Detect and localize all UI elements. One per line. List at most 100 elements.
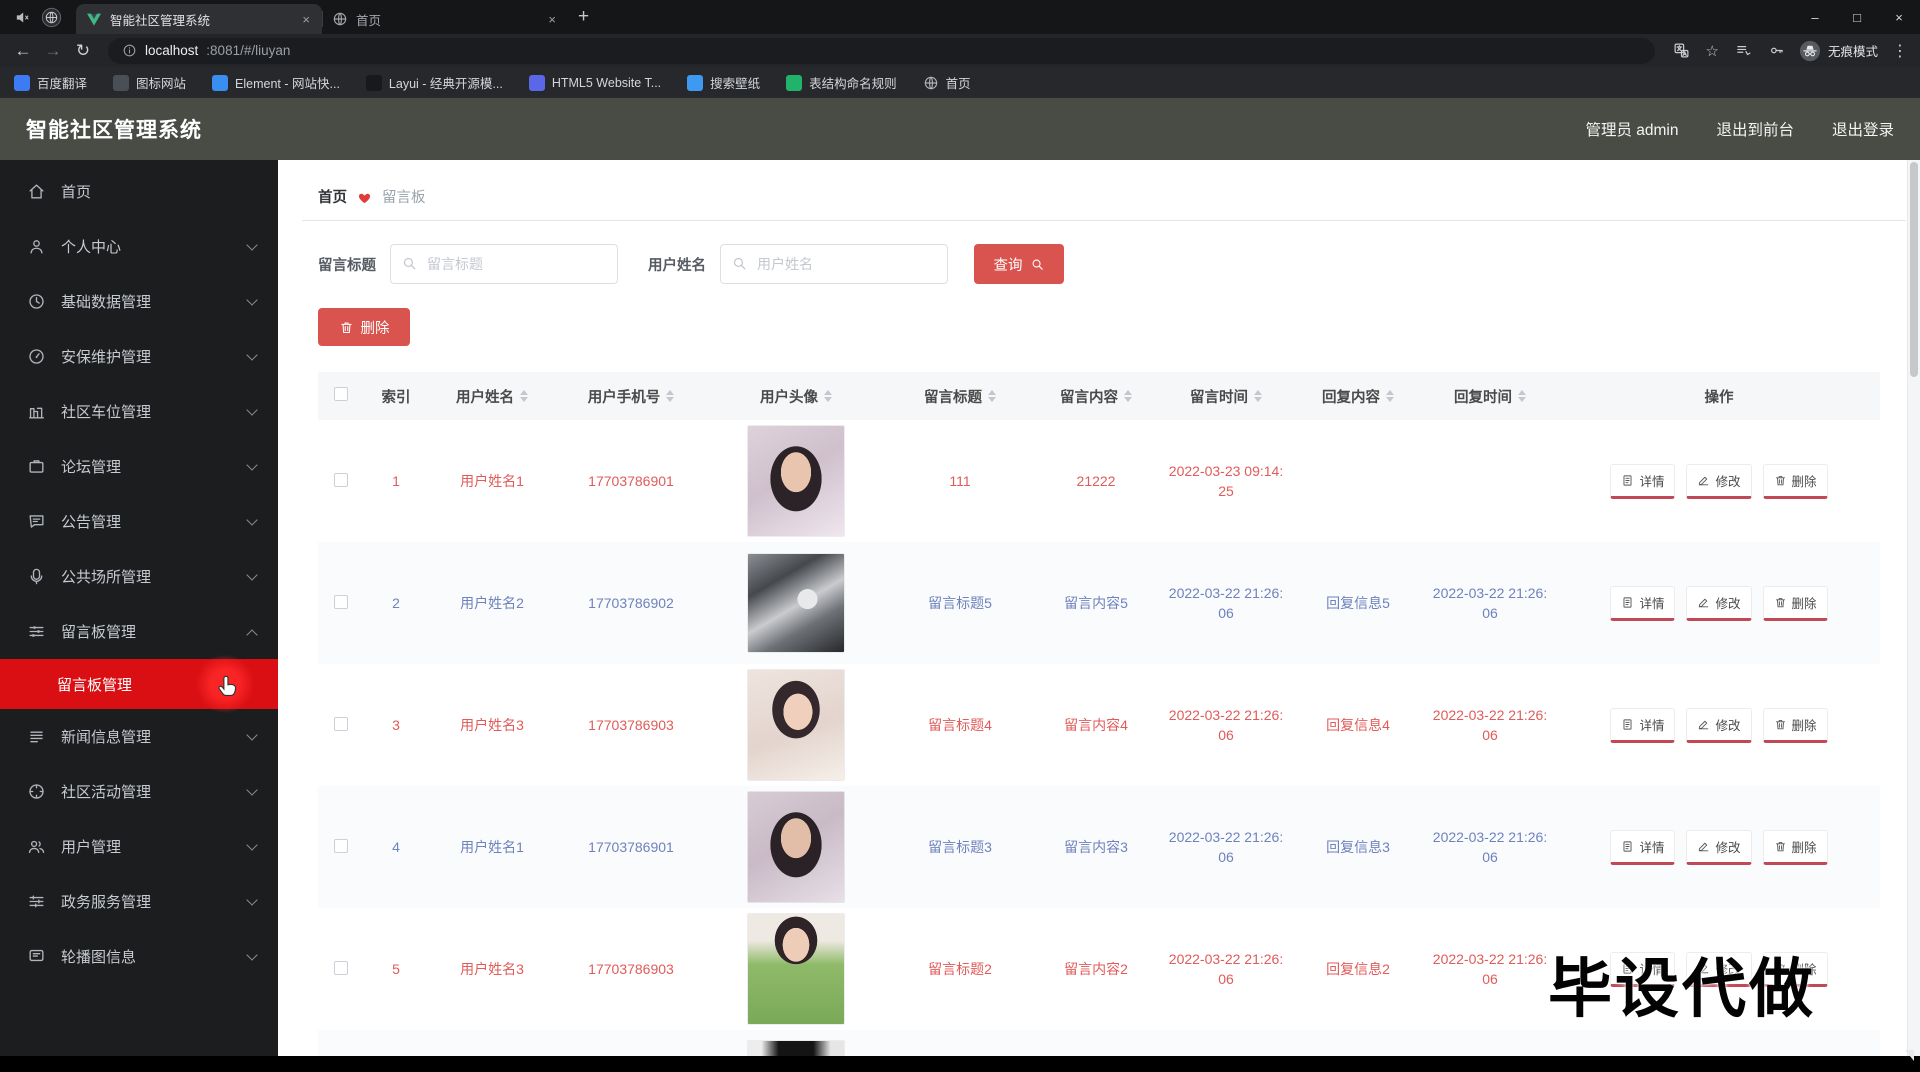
sort-icon[interactable]	[988, 390, 996, 402]
column-header[interactable]: 用户头像	[760, 386, 832, 407]
info-icon[interactable]	[122, 43, 137, 58]
sort-icon[interactable]	[1124, 390, 1132, 402]
cell-title: 留言标题4	[886, 664, 1034, 786]
bookmark-item[interactable]: 首页	[923, 73, 971, 92]
delete-row-button[interactable]: 删除	[1763, 830, 1828, 865]
browser-tab[interactable]: 智能社区管理系统×	[76, 4, 322, 34]
scrollbar-thumb[interactable]	[1910, 162, 1918, 377]
bookmark-item[interactable]: 图标网站	[113, 73, 186, 92]
sidebar-item[interactable]: 政务服务管理	[0, 874, 278, 929]
column-header[interactable]: 回复时间	[1454, 386, 1526, 407]
user-avatar[interactable]	[747, 669, 845, 781]
row-checkbox[interactable]	[334, 839, 348, 853]
sidebar-subitem[interactable]: 留言板管理	[0, 659, 278, 709]
column-header[interactable]: 留言内容	[1060, 386, 1132, 407]
cell-username: 用户姓名3	[428, 908, 556, 1030]
delete-row-button[interactable]: 删除	[1763, 708, 1828, 743]
search-button[interactable]: 查询	[974, 244, 1064, 284]
incognito-badge[interactable]: 无痕模式	[1799, 40, 1878, 62]
reading-list-icon[interactable]	[1735, 42, 1752, 59]
menu-kebab-icon[interactable]: ⋮	[1892, 41, 1908, 61]
sidebar-item[interactable]: 首页	[0, 164, 278, 219]
sidebar-item[interactable]: 基础数据管理	[0, 274, 278, 329]
key-icon[interactable]	[1768, 42, 1785, 59]
sidebar-item-label: 新闻信息管理	[61, 726, 151, 747]
user-avatar[interactable]	[747, 791, 845, 903]
admin-label[interactable]: 管理员 admin	[1585, 118, 1678, 140]
column-header[interactable]: 留言时间	[1190, 386, 1262, 407]
sort-icon[interactable]	[1254, 390, 1262, 402]
edit-button[interactable]: 修改	[1686, 464, 1751, 499]
sort-icon[interactable]	[824, 390, 832, 402]
address-bar[interactable]: localhost:8081/#/liuyan	[108, 38, 1655, 64]
bookmark-label: 搜索壁纸	[710, 73, 760, 92]
title-search-input[interactable]	[390, 244, 618, 284]
bookmark-star-icon[interactable]: ☆	[1706, 42, 1719, 60]
sidebar-item[interactable]: 用户管理	[0, 819, 278, 874]
breadcrumb-home[interactable]: 首页	[318, 186, 347, 207]
row-checkbox[interactable]	[334, 595, 348, 609]
sort-icon[interactable]	[1386, 390, 1394, 402]
scrollbar[interactable]	[1907, 160, 1920, 1056]
column-header[interactable]: 用户姓名	[456, 386, 528, 407]
translate-icon[interactable]	[1673, 42, 1690, 59]
tab-close-icon[interactable]: ×	[546, 12, 558, 27]
bookmark-item[interactable]: HTML5 Website T...	[529, 75, 661, 91]
detail-button[interactable]: 详情	[1610, 586, 1675, 621]
column-header[interactable]: 回复内容	[1322, 386, 1394, 407]
sidebar-item[interactable]: 公共场所管理	[0, 549, 278, 604]
delete-row-button[interactable]: 删除	[1763, 586, 1828, 621]
browser-tab[interactable]: 首页×	[322, 4, 568, 34]
sort-icon[interactable]	[520, 390, 528, 402]
column-header[interactable]: 用户手机号	[588, 386, 675, 407]
name-search-input[interactable]	[720, 244, 948, 284]
row-checkbox[interactable]	[334, 717, 348, 731]
detail-button[interactable]: 详情	[1610, 830, 1675, 865]
tab-close-icon[interactable]: ×	[300, 12, 312, 27]
new-tab-button[interactable]: +	[578, 6, 589, 28]
sidebar-item-label: 论坛管理	[61, 456, 121, 477]
detail-button[interactable]: 详情	[1610, 708, 1675, 743]
bookmark-item[interactable]: 百度翻译	[14, 73, 87, 92]
reload-button[interactable]: ↻	[68, 41, 98, 61]
sidebar-item[interactable]: 公告管理	[0, 494, 278, 549]
sort-icon[interactable]	[666, 390, 674, 402]
row-actions: 详情修改删除	[1559, 830, 1879, 865]
row-checkbox[interactable]	[334, 473, 348, 487]
edit-button[interactable]: 修改	[1686, 708, 1751, 743]
sidebar-item[interactable]: 个人中心	[0, 219, 278, 274]
globe-badge-icon[interactable]	[41, 7, 62, 28]
user-avatar[interactable]	[747, 913, 845, 1025]
sidebar-item[interactable]: 社区车位管理	[0, 384, 278, 439]
user-avatar[interactable]	[747, 425, 845, 537]
minimize-button[interactable]: –	[1794, 10, 1836, 25]
exit-to-front-link[interactable]: 退出到前台	[1716, 118, 1794, 140]
delete-button[interactable]: 删除	[318, 308, 410, 346]
bookmark-item[interactable]: 搜索壁纸	[687, 73, 760, 92]
sidebar-item[interactable]: 新闻信息管理	[0, 709, 278, 764]
bookmark-item[interactable]: Element - 网站快...	[212, 73, 340, 92]
sidebar-item[interactable]: 留言板管理	[0, 604, 278, 659]
window-close-button[interactable]: ×	[1878, 10, 1920, 25]
edit-button[interactable]: 修改	[1686, 830, 1751, 865]
app-header: 智能社区管理系统 管理员 admin 退出到前台 退出登录	[0, 98, 1920, 160]
logout-link[interactable]: 退出登录	[1832, 118, 1894, 140]
sidebar-item[interactable]: 论坛管理	[0, 439, 278, 494]
row-checkbox[interactable]	[334, 961, 348, 975]
maximize-button[interactable]: □	[1836, 10, 1878, 25]
sidebar-item[interactable]: 轮播图信息	[0, 929, 278, 984]
forward-button[interactable]: →	[38, 41, 68, 61]
detail-button[interactable]: 详情	[1610, 464, 1675, 499]
edit-button[interactable]: 修改	[1686, 586, 1751, 621]
select-all-checkbox[interactable]	[334, 387, 348, 401]
bookmark-item[interactable]: Layui - 经典开源模...	[366, 73, 503, 92]
delete-row-button[interactable]: 删除	[1763, 464, 1828, 499]
sidebar-item[interactable]: 安保维护管理	[0, 329, 278, 384]
back-button[interactable]: ←	[8, 41, 38, 61]
column-header[interactable]: 留言标题	[924, 386, 996, 407]
bookmark-item[interactable]: 表结构命名规则	[786, 73, 897, 92]
sort-icon[interactable]	[1518, 390, 1526, 402]
delete-button-label: 删除	[361, 317, 390, 338]
user-avatar[interactable]	[747, 553, 845, 653]
sidebar-item[interactable]: 社区活动管理	[0, 764, 278, 819]
